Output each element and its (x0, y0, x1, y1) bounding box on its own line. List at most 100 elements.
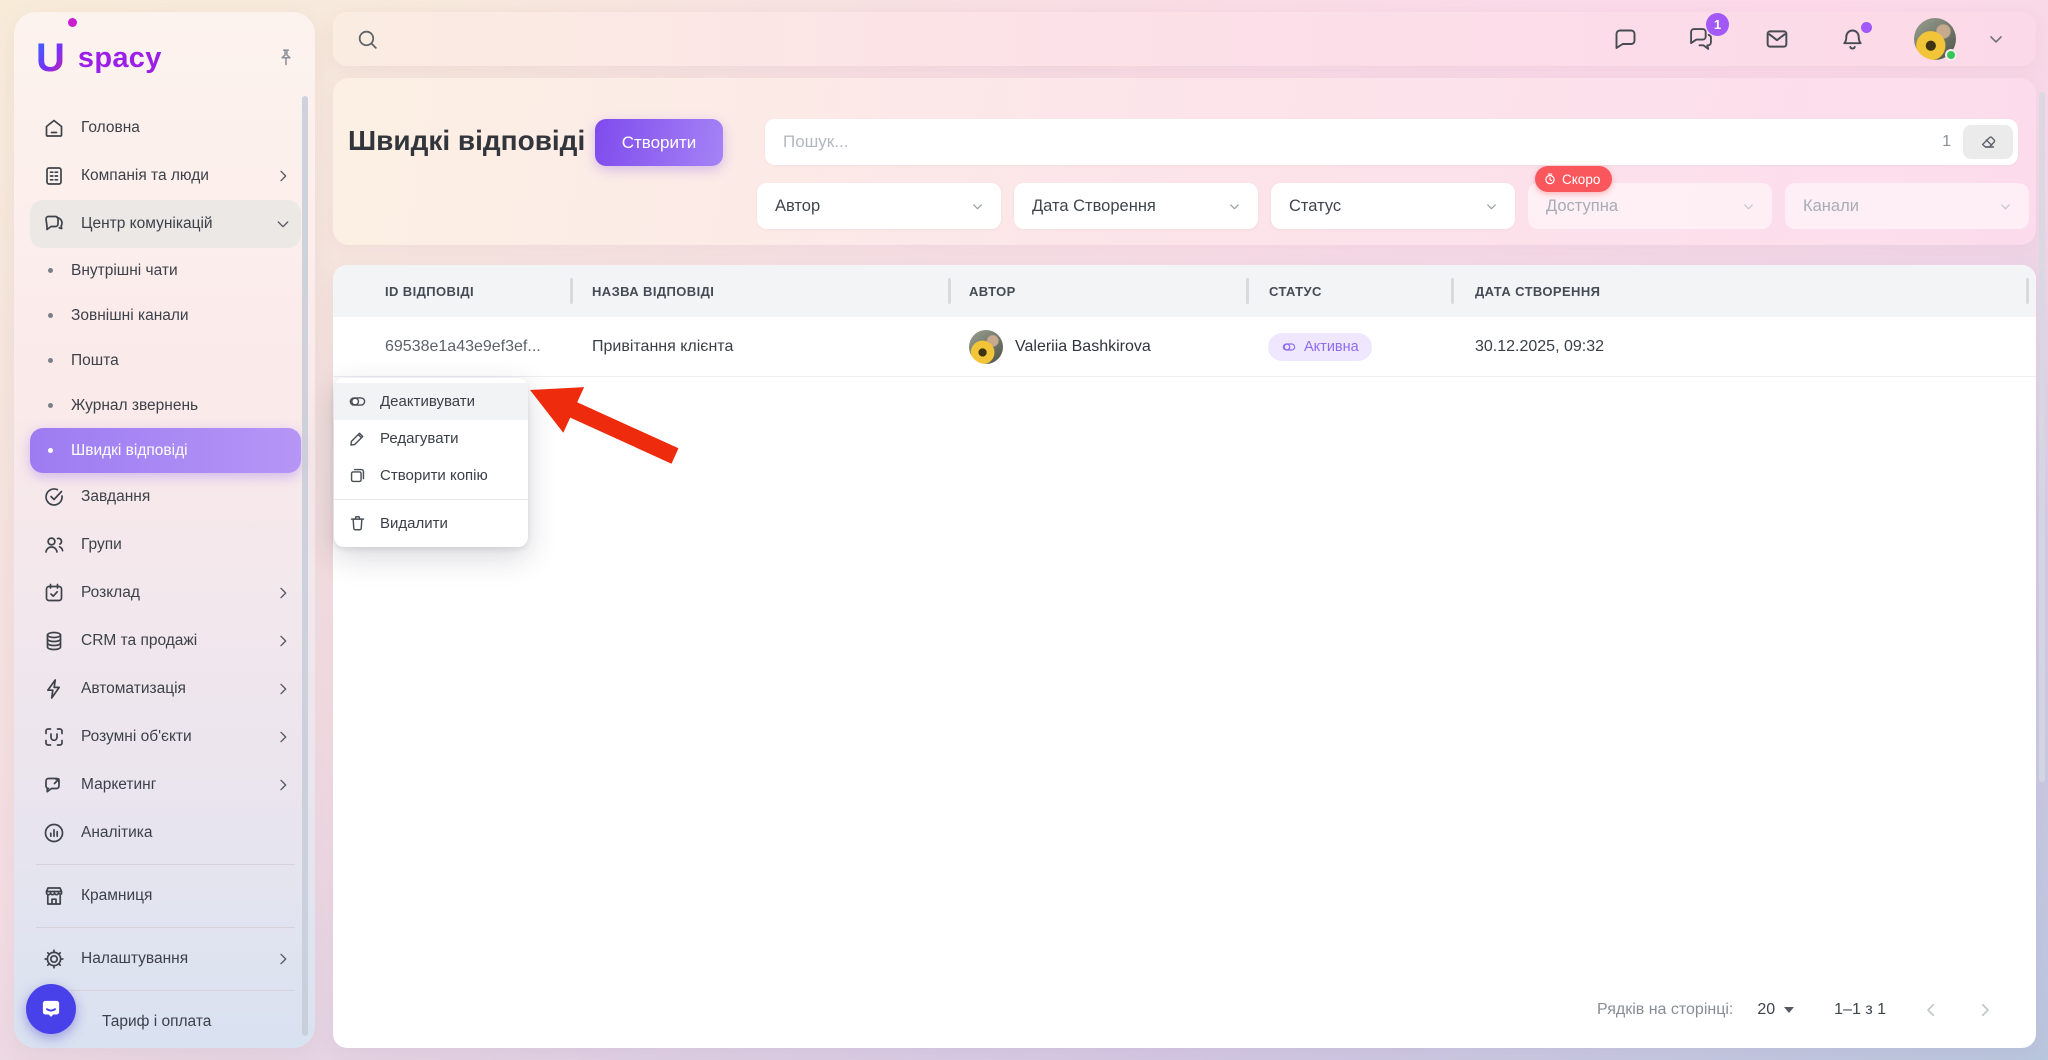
filter-author[interactable]: Автор (757, 183, 1001, 229)
page-title: Швидкі відповіді (348, 125, 586, 156)
sidebar-item-label: Головна (81, 119, 140, 136)
sidebar-item-marketing[interactable]: Маркетинг (30, 761, 301, 809)
sidebar-item-label: Групи (81, 536, 122, 553)
filter-label: Доступна (1546, 196, 1619, 215)
bell-icon[interactable] (1839, 21, 1872, 53)
avatar[interactable] (1914, 18, 1957, 61)
sidebar-item-schedule[interactable]: Розклад (30, 569, 301, 617)
status-label: Активна (1304, 339, 1359, 355)
logo-text: spacy (77, 41, 162, 74)
sidebar-item-label: Тариф і оплата (102, 1013, 212, 1030)
sidebar-item-home[interactable]: Головна (30, 104, 301, 152)
column-divider[interactable] (570, 278, 573, 304)
sidebar-item-label: Пошта (71, 351, 119, 369)
sidebar-item-quick-replies[interactable]: Швидкі відповіді (30, 428, 301, 473)
sidebar-item-tasks[interactable]: Завдання (30, 473, 301, 521)
settings-icon (42, 947, 66, 971)
menu-item-duplicate[interactable]: Створити копію (334, 457, 528, 494)
clear-search-button[interactable] (1963, 125, 2013, 159)
global-search-icon[interactable] (355, 27, 380, 52)
sidebar: U spacy Головна Компанія та люди Центр к… (14, 12, 315, 1048)
online-status-dot (1945, 49, 1957, 61)
filter-created-date[interactable]: Дата Створення (1014, 183, 1258, 229)
sidebar-item-company[interactable]: Компанія та люди (30, 152, 301, 200)
column-header-name[interactable]: НАЗВА ВІДПОВІДІ (592, 265, 714, 317)
create-button-label: Створити (621, 132, 697, 152)
sidebar-item-label: Аналітика (81, 824, 153, 841)
menu-item-label: Створити копію (380, 467, 488, 484)
column-divider[interactable] (1246, 278, 1249, 304)
sidebar-item-label: Зовнішні канали (71, 306, 189, 324)
filter-label: Статус (1289, 196, 1342, 215)
mail-icon[interactable] (1763, 25, 1791, 53)
column-header-author[interactable]: АВТОР (969, 265, 1016, 317)
chevron-down-icon (1484, 199, 1499, 214)
profile-chevron-down-icon[interactable] (1986, 29, 2006, 49)
chevron-down-icon (275, 216, 291, 232)
column-header-id[interactable]: ID ВІДПОВІДІ (385, 265, 474, 317)
sidebar-item-request-log[interactable]: Журнал звернень (30, 383, 301, 428)
search-result-count: 1 (1942, 133, 1951, 150)
store-icon (42, 884, 66, 908)
sidebar-item-communication-center[interactable]: Центр комунікацій (30, 200, 301, 248)
previous-page-button[interactable] (1922, 1001, 1940, 1019)
search-input[interactable] (765, 132, 1943, 152)
sidebar-item-analytics[interactable]: Аналітика (30, 809, 301, 857)
column-divider[interactable] (2026, 278, 2029, 304)
calendar-icon (42, 581, 66, 605)
sidebar-item-settings[interactable]: Налаштування (30, 935, 301, 983)
home-icon (42, 116, 66, 140)
topbar: 1 (333, 12, 2036, 66)
filter-channels: Канали (1785, 183, 2029, 229)
column-divider[interactable] (1451, 278, 1454, 304)
menu-item-label: Видалити (380, 515, 448, 532)
pencil-icon (348, 429, 367, 448)
groups-icon (42, 533, 66, 557)
rows-per-page-select[interactable]: 20 (1757, 1001, 1795, 1019)
sidebar-item-mail[interactable]: Пошта (30, 338, 301, 383)
column-divider[interactable] (948, 278, 951, 304)
table-row[interactable]: 69538e1a43e9ef3ef... Привітання клієнта … (333, 317, 2036, 377)
chat-icon[interactable] (1612, 26, 1639, 53)
sidebar-item-label: Завдання (81, 488, 151, 505)
filter-label: Автор (775, 196, 821, 215)
sidebar-item-label: Розклад (81, 584, 140, 601)
sidebar-item-store[interactable]: Крамниця (30, 872, 301, 920)
menu-item-delete[interactable]: Видалити (334, 505, 528, 542)
menu-divider (334, 499, 528, 500)
cell-status: Активна (1268, 317, 1372, 377)
window-scrollbar[interactable] (2039, 92, 2045, 782)
sidebar-item-label: Маркетинг (81, 776, 157, 793)
toggle-icon (348, 392, 367, 411)
sidebar-item-groups[interactable]: Групи (30, 521, 301, 569)
pin-icon[interactable] (275, 47, 297, 69)
sidebar-item-label: Внутрішні чати (71, 261, 178, 279)
rows-per-page-label: Рядків на сторінці: (1597, 1001, 1734, 1018)
sidebar-item-label: Розумні об'єкти (81, 728, 192, 745)
create-button[interactable]: Створити (595, 119, 723, 166)
chevron-right-icon (275, 168, 291, 184)
next-page-button[interactable] (1976, 1001, 1994, 1019)
sidebar-scrollbar[interactable] (302, 96, 308, 1036)
menu-item-deactivate[interactable]: Деактивувати (334, 383, 528, 420)
bullet-icon (48, 448, 53, 453)
chevron-right-icon (275, 681, 291, 697)
sidebar-item-internal-chats[interactable]: Внутрішні чати (30, 248, 301, 293)
sidebar-item-smart-objects[interactable]: Розумні об'єкти (30, 713, 301, 761)
logo[interactable]: U spacy (36, 18, 297, 78)
sidebar-item-crm[interactable]: CRM та продажі (30, 617, 301, 665)
sidebar-item-external-channels[interactable]: Зовнішні канали (30, 293, 301, 338)
filter-label: Дата Створення (1032, 196, 1156, 215)
quick-replies-table: ID ВІДПОВІДІ НАЗВА ВІДПОВІДІ АВТОР СТАТУ… (333, 265, 2036, 1048)
column-header-created[interactable]: ДАТА СТВОРЕННЯ (1475, 265, 1600, 317)
cell-reply-name: Привітання клієнта (592, 338, 734, 355)
menu-item-edit[interactable]: Редагувати (334, 420, 528, 457)
filter-status[interactable]: Статус (1271, 183, 1515, 229)
sidebar-item-automation[interactable]: Автоматизація (30, 665, 301, 713)
column-header-status[interactable]: СТАТУС (1269, 265, 1322, 317)
chevron-down-icon (970, 199, 985, 214)
support-chat-bubble-icon[interactable] (26, 984, 76, 1034)
communication-icon (42, 212, 66, 236)
group-chat-icon[interactable]: 1 (1687, 13, 1729, 53)
sidebar-item-label: Налаштування (81, 950, 189, 967)
